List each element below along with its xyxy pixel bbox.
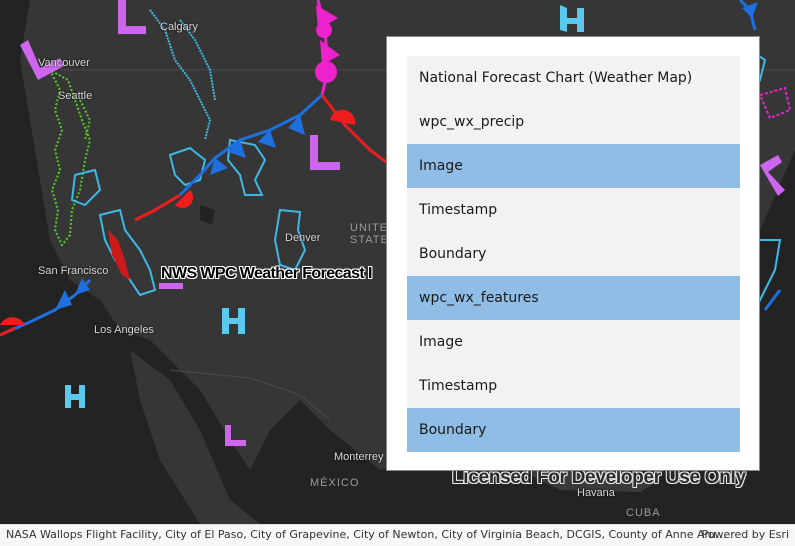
attribution-text[interactable]: NASA Wallops Flight Facility, City of El… xyxy=(6,525,726,545)
country-label: CUBA xyxy=(626,507,661,519)
city-label: Seattle xyxy=(58,90,93,102)
layer-item-precip-image[interactable]: Image xyxy=(407,144,740,188)
city-label: Vancouver xyxy=(38,57,90,69)
country-label: MÉXICO xyxy=(310,477,360,489)
layer-item-wpc-wx-precip[interactable]: wpc_wx_precip xyxy=(407,100,740,144)
city-label: Calgary xyxy=(160,21,198,33)
powered-by-esri[interactable]: Powered by Esri xyxy=(701,525,789,545)
city-label: Monterrey xyxy=(334,451,384,463)
layer-item-features-boundary[interactable]: Boundary xyxy=(407,408,740,452)
attribution-bar: NASA Wallops Flight Facility, City of El… xyxy=(0,524,795,546)
layer-title-label: NWS WPC Weather Forecast I xyxy=(161,265,372,282)
layer-list: National Forecast Chart (Weather Map) wp… xyxy=(407,56,740,452)
layer-item-precip-boundary[interactable]: Boundary xyxy=(407,232,740,276)
layer-item-features-image[interactable]: Image xyxy=(407,320,740,364)
layer-item-national-forecast-chart[interactable]: National Forecast Chart (Weather Map) xyxy=(407,56,740,100)
city-label: Los Angeles xyxy=(94,324,154,336)
layer-item-wpc-wx-features[interactable]: wpc_wx_features xyxy=(407,276,740,320)
layer-item-features-timestamp[interactable]: Timestamp xyxy=(407,364,740,408)
layer-item-precip-timestamp[interactable]: Timestamp xyxy=(407,188,740,232)
city-label: San Francisco xyxy=(38,265,109,277)
layer-list-panel: National Forecast Chart (Weather Map) wp… xyxy=(386,36,760,471)
city-label: Denver xyxy=(285,232,321,244)
